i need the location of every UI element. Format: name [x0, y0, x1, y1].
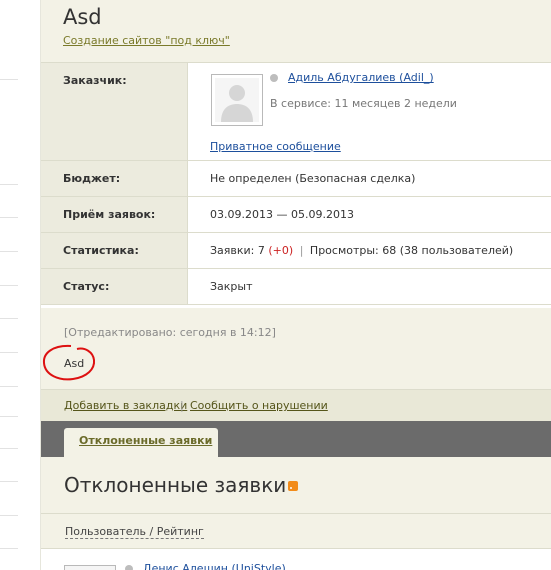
- action-separator: |: [180, 399, 184, 412]
- user-avatar[interactable]: [64, 565, 116, 570]
- status-label: Статус:: [41, 269, 188, 304]
- gutter-divider: [0, 184, 18, 185]
- bids-period-label: Приём заявок:: [41, 197, 188, 232]
- action-bar: Добавить в закладки | Сообщить о нарушен…: [41, 389, 551, 421]
- list-item: Денис Алешин (UniStyle): [41, 549, 551, 570]
- tabs-bar: Отклоненные заявки: [41, 421, 551, 457]
- project-description: Asd: [64, 357, 85, 370]
- gutter-divider: [0, 318, 18, 319]
- online-status-icon: [270, 74, 278, 82]
- tab-label[interactable]: Отклоненные заявки: [79, 434, 212, 447]
- gutter-divider: [0, 448, 18, 449]
- stats-row: Статистика: Заявки: 7 (+0) | Просмотры: …: [41, 233, 551, 269]
- views-count: Просмотры: 68 (38 пользователей): [309, 244, 514, 257]
- bids-period-row: Приём заявок: 03.09.2013 — 05.09.2013: [41, 197, 551, 233]
- project-panel: Asd Создание сайтов "под ключ" Заказчик:…: [41, 0, 551, 570]
- gutter-divider: [0, 285, 18, 286]
- gutter-divider: [0, 352, 18, 353]
- status-row: Статус: Закрыт: [41, 269, 551, 305]
- customer-label: Заказчик:: [41, 63, 188, 160]
- left-gutter: [0, 0, 20, 570]
- budget-row: Бюджет: Не определен (Безопасная сделка): [41, 161, 551, 197]
- gutter-divider: [0, 251, 18, 252]
- online-status-icon: [125, 565, 133, 570]
- customer-row: Заказчик: Адиль Абдугалиев (Adil_) В сер…: [41, 63, 551, 161]
- gutter-divider: [0, 79, 18, 80]
- stats-value: Заявки: 7 (+0) | Просмотры: 68 (38 польз…: [210, 244, 513, 257]
- rss-icon[interactable]: [288, 481, 298, 491]
- private-message-link[interactable]: Приватное сообщение: [210, 140, 341, 153]
- customer-avatar[interactable]: [211, 74, 263, 126]
- gutter-divider: [0, 386, 18, 387]
- tab-rejected-bids[interactable]: Отклоненные заявки: [64, 428, 218, 457]
- gutter-divider: [0, 548, 18, 549]
- stats-separator: |: [299, 244, 304, 257]
- customer-name-link[interactable]: Адиль Абдугалиев (Adil_): [288, 71, 434, 84]
- user-rating-sort[interactable]: Пользователь / Рейтинг: [65, 525, 204, 539]
- status-value: Закрыт: [210, 280, 253, 293]
- gutter-divider: [0, 416, 18, 417]
- report-violation-link[interactable]: Сообщить о нарушении: [190, 399, 328, 412]
- project-title: Asd: [63, 5, 102, 29]
- project-info-table: Заказчик: Адиль Абдугалиев (Adil_) В сер…: [41, 62, 551, 308]
- edited-note: [Отредактировано: сегодня в 14:12]: [64, 326, 276, 339]
- section-title: Отклоненные заявки: [64, 473, 287, 497]
- gutter-divider: [0, 217, 18, 218]
- customer-service-time: В сервисе: 11 месяцев 2 недели: [270, 97, 457, 110]
- user-silhouette-icon: [215, 78, 259, 122]
- budget-value: Не определен (Безопасная сделка): [210, 172, 416, 185]
- column-header-bar: Пользователь / Рейтинг: [41, 513, 551, 549]
- gutter-divider: [0, 515, 18, 516]
- category-link[interactable]: Создание сайтов "под ключ": [63, 34, 230, 47]
- add-bookmark-link[interactable]: Добавить в закладки: [64, 399, 187, 412]
- bids-count: Заявки: 7: [210, 244, 265, 257]
- gutter-divider: [0, 481, 18, 482]
- bids-period-value: 03.09.2013 — 05.09.2013: [210, 208, 354, 221]
- bids-delta: (+0): [268, 244, 294, 257]
- budget-label: Бюджет:: [41, 161, 188, 196]
- stats-label: Статистика:: [41, 233, 188, 268]
- user-name-link[interactable]: Денис Алешин (UniStyle): [143, 562, 286, 570]
